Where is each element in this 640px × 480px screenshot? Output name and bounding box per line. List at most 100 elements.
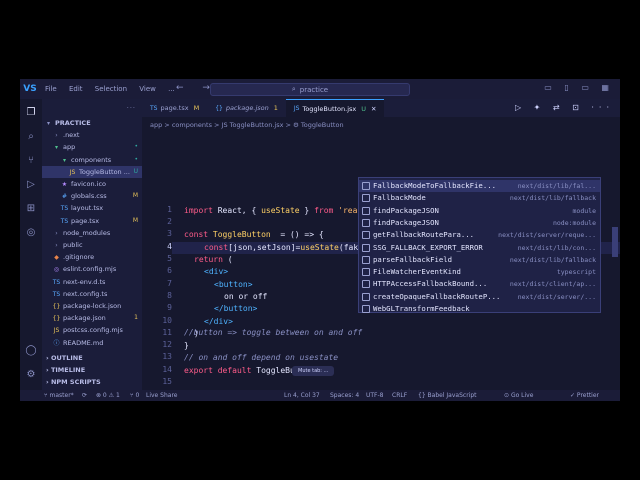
symbol-kind-icon xyxy=(362,182,370,190)
explorer-more-icon[interactable]: ··· xyxy=(127,104,136,112)
live-share-button[interactable]: Live Share xyxy=(146,390,177,401)
tree-item[interactable]: TS layout.tsx xyxy=(42,202,142,214)
tree-item[interactable]: ★ favicon.ico xyxy=(42,178,142,190)
tree-item[interactable]: {} package.json 1 xyxy=(42,312,142,324)
menu-more[interactable]: ... xyxy=(168,85,175,93)
tree-item-label: .gitignore xyxy=(63,253,95,262)
tree-item[interactable]: TS next.config.ts xyxy=(42,288,142,300)
language-mode[interactable]: {} Babel JavaScript xyxy=(418,390,477,401)
tree-item[interactable]: TS page.tsx M xyxy=(42,215,142,227)
cursor-position[interactable]: Ln 4, Col 37 xyxy=(284,390,320,401)
suggestion-label: SSG_FALLBACK_EXPORT_ERROR xyxy=(373,242,483,252)
indentation[interactable]: Spaces: 4 xyxy=(330,390,359,401)
menu-view[interactable]: View xyxy=(139,85,156,93)
tree-item[interactable]: {} package-lock.json xyxy=(42,300,142,312)
tab-page-tsx[interactable]: TS page.tsx M xyxy=(142,99,207,117)
explorer-icon[interactable]: ❐ xyxy=(25,107,37,119)
tree-item[interactable]: JS ToggleButton ... U xyxy=(42,165,142,178)
code-line-1: import React, { useState } from 'react' xyxy=(184,205,372,215)
encoding[interactable]: UTF-8 xyxy=(366,390,384,401)
suggestion-item[interactable]: FileWatcherEventKind typescript xyxy=(359,266,600,278)
timeline-section[interactable]: › TIMELINE xyxy=(42,364,142,376)
suggestion-label: findPackageJSON xyxy=(373,205,439,215)
file-type-icon: › xyxy=(55,229,58,237)
suggestion-detail: next/dist/lib/fal... xyxy=(517,182,596,190)
tree-item[interactable]: # globals.css M xyxy=(42,190,142,202)
outline-section[interactable]: › OUTLINE xyxy=(42,352,142,364)
file-type-icon: JS xyxy=(53,327,60,335)
prettier-status[interactable]: ✓ Prettier xyxy=(570,390,599,401)
suggestion-item[interactable]: FallbackModeToFallbackFie... next/dist/li… xyxy=(359,180,600,193)
menu-file[interactable]: File xyxy=(45,85,57,93)
tree-item[interactable]: ⓘ README.md xyxy=(42,337,142,349)
problems-indicator[interactable]: ⊗ 0 ⚠ 1 xyxy=(96,390,120,401)
tree-item-label: favicon.ico xyxy=(71,180,107,188)
sync-icon[interactable]: ⟳ xyxy=(82,390,87,401)
file-type-icon: JS xyxy=(69,168,76,176)
suggestion-item[interactable]: findPackageJSON node:module xyxy=(359,217,600,229)
account-icon[interactable]: ◯ xyxy=(25,345,37,357)
tab-label: package.json xyxy=(225,104,269,112)
file-type-icon: ▾ xyxy=(54,144,58,152)
tab-togglebutton-jsx[interactable]: JS ToggleButton.jsx U ✕ xyxy=(285,99,385,117)
editor-actions[interactable]: ▷ ✦ ⇄ ⊡ ··· xyxy=(515,103,614,112)
branch-indicator[interactable]: ⑂ master* xyxy=(44,390,74,401)
file-type-icon: ▾ xyxy=(62,156,66,164)
settings-icon[interactable]: ⚙ xyxy=(25,369,37,381)
breadcrumb[interactable]: app > components > JS ToggleButton.jsx >… xyxy=(150,121,344,129)
line-number: 13 xyxy=(162,352,172,362)
command-search[interactable]: ⌕ practice xyxy=(210,83,410,96)
suggestion-item[interactable]: HTTPAccessFallbackBound... next/dist/clie… xyxy=(359,278,600,290)
git-status-badge: U xyxy=(133,167,138,175)
tree-root[interactable]: ▾ PRACTICE xyxy=(42,117,142,129)
code-line-10: </div> xyxy=(204,316,233,326)
explorer-sidebar: ··· ▾ PRACTICE › .next ▾ app • ▾ components • JS To… xyxy=(42,99,142,390)
suggestion-label: WebGLTransformFeedback xyxy=(373,304,470,313)
menu-edit[interactable]: Edit xyxy=(69,85,83,93)
suggestion-detail: next/dist/lib/con... xyxy=(517,243,596,252)
suggestion-item[interactable]: SSG_FALLBACK_EXPORT_ERROR next/dist/lib/c… xyxy=(359,242,600,254)
tree-item[interactable]: ◆ .gitignore xyxy=(42,251,142,263)
file-type-icon: {} xyxy=(52,303,61,310)
file-type-icon: ◎ xyxy=(53,266,60,274)
extensions-icon[interactable]: ⊞ xyxy=(25,203,37,215)
tree-item[interactable]: JS postcss.config.mjs xyxy=(42,324,142,336)
tree-item[interactable]: ▾ app • xyxy=(42,141,142,153)
file-type-icon: ⓘ xyxy=(53,339,60,347)
symbol-kind-icon xyxy=(362,268,370,277)
tree-item[interactable]: TS next-env.d.ts xyxy=(42,276,142,288)
search-icon[interactable]: ⌕ xyxy=(25,131,37,143)
tree-item-label: package-lock.json xyxy=(63,302,122,310)
source-control-icon[interactable]: ⑂ xyxy=(25,155,37,167)
tree-item[interactable]: ◎ eslint.config.mjs xyxy=(42,263,142,275)
suggestion-item[interactable]: parseFallbackField next/dist/lib/fallback xyxy=(359,254,600,266)
code-line-17: //button => toggle between on and off xyxy=(184,328,363,337)
file-type-icon: › xyxy=(55,132,58,140)
symbol-kind-icon xyxy=(362,206,370,215)
tree-item[interactable]: › .next xyxy=(42,129,142,141)
close-icon[interactable]: ✕ xyxy=(371,105,376,113)
tree-item-label: page.tsx xyxy=(71,216,100,225)
suggestion-item[interactable]: getFallbackRouteParа... next/dist/server/… xyxy=(359,229,600,241)
suggestion-item[interactable]: findPackageJSON module xyxy=(359,205,600,217)
tree-item[interactable]: ▾ components • xyxy=(42,154,142,166)
suggestion-item[interactable]: createOpaqueFallbackRouteP... next/dist/s… xyxy=(359,291,600,303)
code-line-8: on or off xyxy=(224,291,268,301)
menu-selection[interactable]: Selection xyxy=(95,85,127,93)
tree-item[interactable]: › node_modules xyxy=(42,227,142,239)
suggestion-item[interactable]: WebGLTransformFeedback xyxy=(359,303,600,315)
file-type-icon: TS xyxy=(52,290,61,298)
suggestion-item[interactable]: FallbackMode next/dist/lib/fallback xyxy=(359,192,600,204)
tree-item-label: postcss.config.mjs xyxy=(63,326,123,335)
layout-controls[interactable]: ▭ ▯ ▭ ▦ xyxy=(544,83,614,92)
ports-indicator[interactable]: ⑂ 0 xyxy=(130,390,139,401)
git-status-badge: 1 xyxy=(134,314,138,322)
remote-icon[interactable]: ◎ xyxy=(25,227,37,239)
go-live-button[interactable]: ⊙ Go Live xyxy=(504,390,533,401)
run-debug-icon[interactable]: ▷ xyxy=(25,179,37,191)
editor-scrollbar[interactable] xyxy=(612,227,618,257)
npm-scripts-section[interactable]: › NPM SCRIPTS xyxy=(42,376,142,388)
tree-item[interactable]: › public xyxy=(42,239,142,251)
tab-package-json[interactable]: {} package.json 1 xyxy=(207,99,286,117)
line-ending[interactable]: CRLF xyxy=(392,390,407,401)
